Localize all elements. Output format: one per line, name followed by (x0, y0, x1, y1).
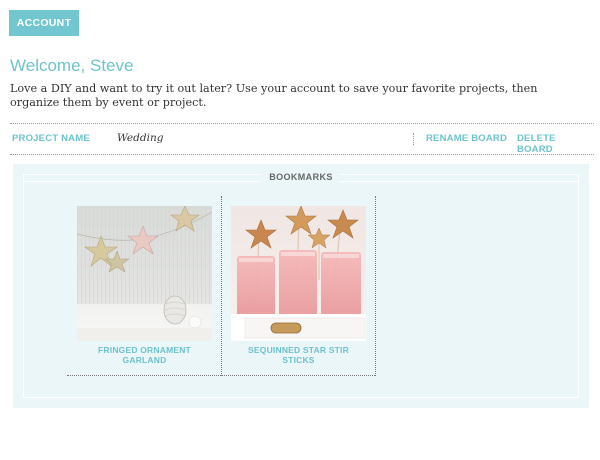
grid-divider (375, 196, 376, 376)
bookmark-title[interactable]: FRINGED ORNAMENT GARLAND (77, 345, 212, 365)
garland-photo (77, 206, 212, 341)
rename-board-link[interactable]: RENAME BOARD (426, 133, 507, 144)
bookmark-thumbnail-garland[interactable] (77, 206, 212, 341)
project-name-label: PROJECT NAME (12, 133, 90, 144)
grid-divider (221, 196, 222, 376)
bookmark-thumbnail-stir-sticks[interactable] (231, 206, 366, 341)
page-title: Welcome, Steve (10, 56, 134, 75)
intro-text: Love a DIY and want to try it out later?… (10, 82, 538, 109)
bookmarks-board: BOOKMARKS FRINGED ORNAMENT GARLAND SEQUI… (13, 164, 589, 408)
project-bar: PROJECT NAME Wedding RENAME BOARD DELETE… (10, 123, 594, 155)
stir-sticks-photo (231, 206, 366, 341)
bookmark-grid: FRINGED ORNAMENT GARLAND SEQUINNED STAR … (67, 196, 376, 376)
project-name-value: Wedding (117, 132, 164, 144)
bookmark-item[interactable]: FRINGED ORNAMENT GARLAND (77, 206, 212, 365)
delete-board-link[interactable]: DELETE BOARD (517, 133, 594, 155)
account-button[interactable]: ACCOUNT (9, 10, 79, 36)
board-title: BOOKMARKS (13, 172, 589, 182)
divider (413, 133, 414, 145)
bookmark-title[interactable]: SEQUINNED STAR STIR STICKS (231, 345, 366, 365)
bookmark-item[interactable]: SEQUINNED STAR STIR STICKS (231, 206, 366, 365)
